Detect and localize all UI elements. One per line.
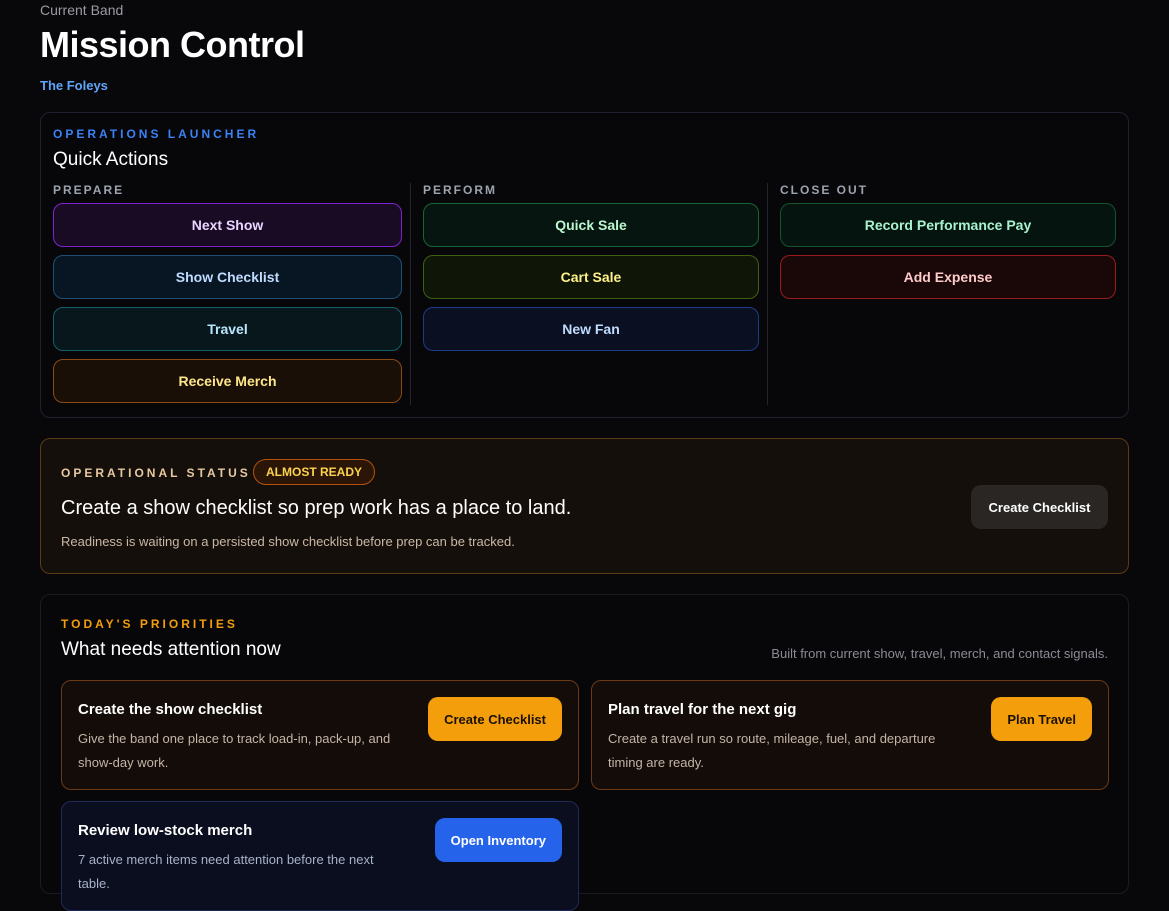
- column-divider: [410, 183, 411, 405]
- quick-sale-button[interactable]: Quick Sale: [423, 203, 759, 247]
- operational-status-panel: Operational Status ALMOST READY Create a…: [40, 438, 1129, 574]
- priority-body: Give the band one place to track load-in…: [78, 731, 391, 770]
- status-badge: ALMOST READY: [253, 459, 375, 485]
- perform-column-label: PERFORM: [423, 183, 497, 197]
- status-eyebrow: Operational Status: [61, 466, 251, 480]
- next-show-button[interactable]: Next Show: [53, 203, 402, 247]
- priority-card: Create the show checklist Give the band …: [61, 680, 579, 790]
- prepare-column-label: PREPARE: [53, 183, 125, 197]
- page-header: Current Band Mission Control The Foleys: [40, 0, 305, 93]
- perform-column: PERFORM Quick Sale Cart Sale New Fan: [423, 183, 759, 359]
- column-divider: [767, 183, 768, 405]
- prepare-column: PREPARE Next Show Show Checklist Travel …: [53, 183, 402, 411]
- status-headline: Create a show checklist so prep work has…: [61, 497, 572, 519]
- priorities-panel: Today's Priorities What needs attention …: [40, 594, 1129, 911]
- receive-merch-button[interactable]: Receive Merch: [53, 359, 402, 403]
- close-out-column-label: CLOSE OUT: [780, 183, 869, 197]
- show-checklist-button[interactable]: Show Checklist: [53, 255, 402, 299]
- create-checklist-button[interactable]: Create Checklist: [971, 485, 1108, 529]
- priority-title: Plan travel for the next gig: [608, 701, 797, 718]
- travel-button[interactable]: Travel: [53, 307, 402, 351]
- priorities-title: What needs attention now: [61, 639, 281, 660]
- priority-body: Create a travel run so route, mileage, f…: [608, 731, 936, 770]
- band-name-link[interactable]: The Foleys: [40, 78, 305, 93]
- launcher-title: Quick Actions: [53, 149, 169, 170]
- open-inventory-button[interactable]: Open Inventory: [434, 818, 562, 862]
- priority-card: Review low-stock merch 7 active merch it…: [61, 801, 579, 911]
- create-checklist-priority-button[interactable]: Create Checklist: [428, 697, 562, 741]
- add-expense-button[interactable]: Add Expense: [780, 255, 1116, 299]
- quick-actions-panel: Operations Launcher Quick Actions PREPAR…: [40, 112, 1129, 418]
- status-subtext: Readiness is waiting on a persisted show…: [61, 534, 515, 549]
- current-band-label: Current Band: [40, 2, 124, 18]
- priority-body: 7 active merch items need attention befo…: [78, 852, 374, 891]
- priority-card: Plan travel for the next gig Create a tr…: [591, 680, 1109, 790]
- priorities-eyebrow: Today's Priorities: [61, 617, 238, 631]
- priorities-note: Built from current show, travel, merch, …: [771, 646, 1108, 661]
- cart-sale-button[interactable]: Cart Sale: [423, 255, 759, 299]
- page-title: Mission Control: [40, 24, 305, 65]
- close-out-column: CLOSE OUT Record Performance Pay Add Exp…: [780, 183, 1116, 307]
- priority-title: Create the show checklist: [78, 701, 263, 718]
- plan-travel-button[interactable]: Plan Travel: [991, 697, 1092, 741]
- record-performance-pay-button[interactable]: Record Performance Pay: [780, 203, 1116, 247]
- priority-title: Review low-stock merch: [78, 822, 253, 839]
- new-fan-button[interactable]: New Fan: [423, 307, 759, 351]
- launcher-eyebrow: Operations Launcher: [53, 127, 260, 141]
